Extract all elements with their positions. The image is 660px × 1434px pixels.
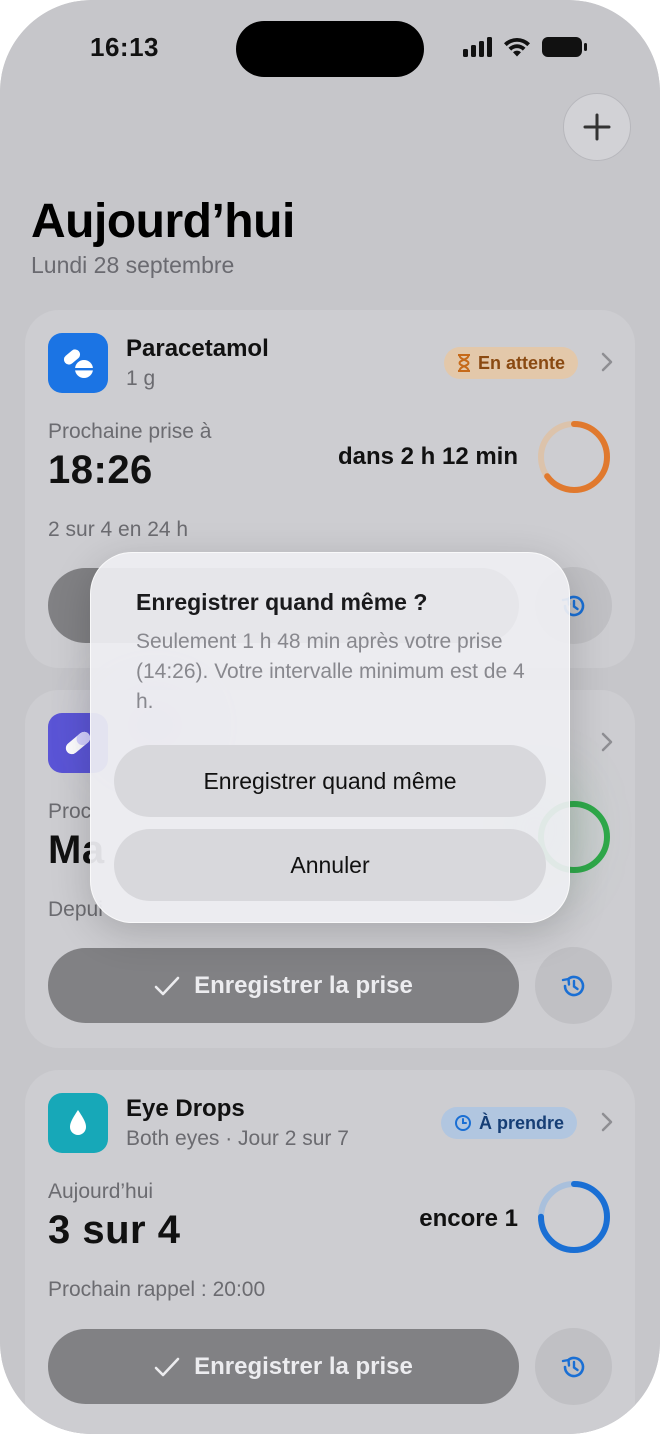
status-badge: En attente <box>444 347 579 379</box>
clock-icon <box>455 1115 471 1131</box>
doses-taken: 3 sur 4 <box>48 1208 181 1252</box>
page-title: Aujourd’hui <box>31 195 295 248</box>
dose-count-text: 2 sur 4 en 24 h <box>48 518 189 541</box>
next-dose-label: Prochaine prise à <box>48 420 212 443</box>
status-icons <box>463 36 588 58</box>
pill-icon <box>48 333 108 393</box>
cancel-button[interactable]: Annuler <box>114 829 546 901</box>
progress-ring <box>538 421 610 493</box>
phone-screen: 16:13 Aujourd’hui Lundi 28 septembre Par… <box>0 0 660 1434</box>
medication-dose: 1 g <box>126 367 156 390</box>
history-button[interactable] <box>535 1328 612 1405</box>
add-medication-button[interactable] <box>563 93 631 161</box>
confirm-dialog: Enregistrer quand même ? Seulement 1 h 4… <box>90 552 570 923</box>
history-button[interactable] <box>535 947 612 1024</box>
confirm-log-button[interactable]: Enregistrer quand même <box>114 745 546 817</box>
dynamic-island <box>236 21 424 77</box>
status-badge: À prendre <box>441 1107 578 1139</box>
remaining-text: encore 1 <box>419 1205 518 1232</box>
page-date: Lundi 28 septembre <box>31 252 235 278</box>
log-dose-button[interactable]: Enregistrer la prise <box>48 948 519 1023</box>
next-dose-time: 18:26 <box>48 448 153 492</box>
status-time: 16:13 <box>90 32 159 62</box>
plus-icon <box>583 113 611 141</box>
next-dose-label: Proc <box>48 800 92 823</box>
history-icon <box>561 1356 584 1377</box>
dialog-message: Seulement 1 h 48 min après votre prise (… <box>136 630 525 713</box>
log-dose-button[interactable]: Enregistrer la prise <box>48 1329 519 1404</box>
medication-name: Paracetamol <box>126 335 269 362</box>
status-badge-label: En attente <box>478 352 566 373</box>
status-badge-label: À prendre <box>479 1112 565 1133</box>
drop-icon <box>48 1093 108 1153</box>
cellular-signal-icon <box>463 37 492 57</box>
hourglass-icon <box>458 354 470 372</box>
log-dose-label: Enregistrer la prise <box>194 971 413 999</box>
medication-name: Eye Drops <box>126 1095 245 1122</box>
battery-icon <box>542 37 587 57</box>
history-icon <box>561 975 584 996</box>
dialog-title: Enregistrer quand même ? <box>136 589 428 615</box>
chevron-right-icon[interactable] <box>601 732 613 752</box>
medication-card-eye-drops[interactable]: Eye Drops Both eyes · Jour 2 sur 7 À pre… <box>25 1070 635 1434</box>
checkmark-icon <box>154 976 180 995</box>
next-reminder-text: Prochain rappel : 20:00 <box>48 1278 266 1301</box>
checkmark-icon <box>154 1357 180 1376</box>
today-label: Aujourd’hui <box>48 1180 154 1203</box>
wifi-icon <box>504 37 530 57</box>
progress-ring <box>538 1181 610 1253</box>
medication-dose: Both eyes · Jour 2 sur 7 <box>126 1127 349 1150</box>
countdown-text: dans 2 h 12 min <box>337 443 518 470</box>
chevron-right-icon[interactable] <box>601 352 613 372</box>
chevron-right-icon[interactable] <box>601 1112 613 1132</box>
log-dose-label: Enregistrer la prise <box>194 1352 413 1380</box>
